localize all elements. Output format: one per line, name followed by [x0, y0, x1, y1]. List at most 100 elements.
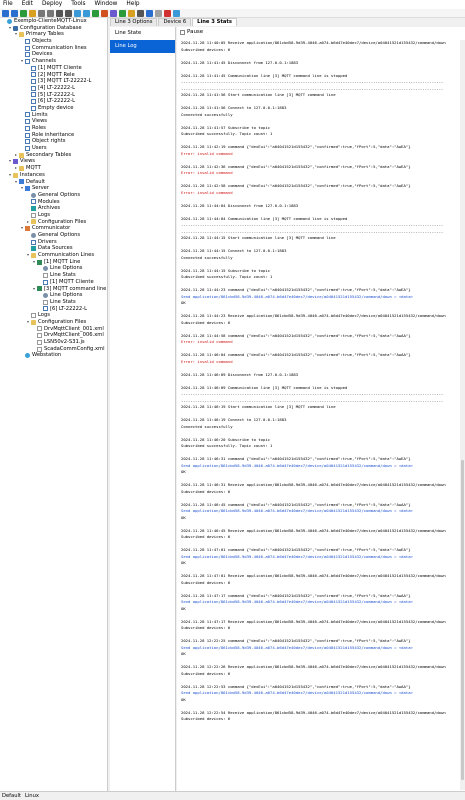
toolbar-button-icon[interactable] [65, 9, 72, 17]
tree-node[interactable]: ▸ Configuration Files [0, 219, 107, 226]
tree-node[interactable]: ▾ Communicator [0, 225, 107, 232]
tree-node[interactable]: [1] MQTT Cliente [0, 279, 107, 286]
toolbar-button-icon[interactable] [74, 9, 81, 17]
menu-help[interactable]: Help [126, 0, 139, 9]
tree-node[interactable]: Exemplo-ClienteMQTT-Linux [0, 18, 107, 25]
tree-node[interactable]: Communication lines [0, 45, 107, 52]
tree-node[interactable]: Object rights [0, 138, 107, 145]
expand-toggle-icon[interactable]: ▾ [26, 252, 30, 259]
toolbar-button-icon[interactable] [29, 9, 36, 17]
tree-node[interactable]: ▾ [1] MQTT Line [0, 259, 107, 266]
toolbar-button-icon[interactable] [83, 9, 90, 17]
tree-node[interactable]: Roles [0, 125, 107, 132]
tree-node[interactable]: [6] LT-22222-L [0, 306, 107, 313]
expand-toggle-icon[interactable]: ▾ [32, 259, 36, 266]
pause-checkbox[interactable] [180, 29, 185, 35]
toolbar-button-icon[interactable] [119, 9, 126, 17]
tree-node[interactable]: Line Options [0, 292, 107, 299]
toolbar-button-icon[interactable] [110, 9, 117, 17]
tree-node[interactable]: Archives [0, 205, 107, 212]
tree-node[interactable]: Webstation [0, 352, 107, 359]
tree-node[interactable]: ▾ Primary Tables [0, 31, 107, 38]
tree-node[interactable]: Line Stats [0, 272, 107, 279]
tree-node[interactable]: Role inheritance [0, 132, 107, 139]
tree-node[interactable]: [1] MQTT Cliente [0, 65, 107, 72]
toolbar-button-icon[interactable] [155, 9, 162, 17]
toolbar-button-icon[interactable] [56, 9, 63, 17]
expand-toggle-icon[interactable]: ▾ [26, 319, 30, 326]
tab-line-3-options[interactable]: Line 3 Options [110, 18, 158, 26]
tree-node[interactable]: [4] LT-22222-L [0, 85, 107, 92]
toolbar-button-icon[interactable] [173, 9, 180, 17]
toolbar-button-icon[interactable] [128, 9, 135, 17]
toolbar-button-icon[interactable] [92, 9, 99, 17]
tree-node[interactable]: ▾ [3] MQTT command line [0, 286, 107, 293]
expand-toggle-icon[interactable]: ▾ [8, 25, 12, 32]
nav-line-state[interactable]: Line State [110, 27, 175, 40]
tree-node[interactable]: ▾ Default [0, 179, 107, 186]
menu-window[interactable]: Window [95, 0, 118, 9]
tree-node[interactable]: Devices [0, 51, 107, 58]
menu-deploy[interactable]: Deploy [42, 0, 62, 9]
tree-node[interactable]: Logs [0, 212, 107, 219]
toolbar-button-icon[interactable] [2, 9, 9, 17]
toolbar-button-icon[interactable] [101, 9, 108, 17]
scrollbar-thumb[interactable] [461, 460, 464, 780]
tree-node[interactable]: ▾ Configuration Files [0, 319, 107, 326]
tree-node[interactable]: Users [0, 145, 107, 152]
menu-file[interactable]: File [3, 0, 13, 9]
expand-toggle-icon[interactable]: ▸ [14, 152, 18, 159]
explorer-tree[interactable]: Exemplo-ClienteMQTT-Linux ▾ Configuration … [0, 18, 108, 791]
menu-edit[interactable]: Edit [22, 0, 33, 9]
expand-toggle-icon[interactable]: ▾ [20, 185, 24, 192]
tree-node[interactable]: ▾ Communication Lines [0, 252, 107, 259]
tab-device-6[interactable]: Device 6 [158, 18, 192, 26]
toolbar-button-icon[interactable] [146, 9, 153, 17]
toolbar-button-icon[interactable] [38, 9, 45, 17]
tree-node[interactable]: ▾ Channels [0, 58, 107, 65]
toolbar-button-icon[interactable] [137, 9, 144, 17]
tree-node[interactable]: General Options [0, 192, 107, 199]
tree-node[interactable]: Objects [0, 38, 107, 45]
toolbar-button-icon[interactable] [20, 9, 27, 17]
tree-node[interactable]: ▾ Server [0, 185, 107, 192]
tree-node[interactable]: [2] MQTT Rele [0, 72, 107, 79]
expand-toggle-icon[interactable]: ▾ [8, 172, 12, 179]
tree-node[interactable]: Data Sources [0, 245, 107, 252]
tree-node[interactable]: [6] LT-22222-L [0, 98, 107, 105]
expand-toggle-icon[interactable]: ▾ [8, 158, 12, 165]
tree-node[interactable]: Limits [0, 112, 107, 119]
tree-node[interactable]: ▸ Secondary Tables [0, 152, 107, 159]
tree-node[interactable]: Line Stats [0, 299, 107, 306]
tab-line-3-stats[interactable]: Line 3 Stats [192, 18, 237, 26]
expand-toggle-icon[interactable]: ▸ [14, 165, 18, 172]
tree-node[interactable]: Modules [0, 199, 107, 206]
toolbar-button-icon[interactable] [47, 9, 54, 17]
tree-node[interactable]: LSN50v2-S31.js [0, 339, 107, 346]
expand-toggle-icon[interactable]: ▾ [20, 58, 24, 65]
toolbar-button-icon[interactable] [11, 9, 18, 17]
menu-tools[interactable]: Tools [71, 0, 85, 9]
tree-node[interactable]: Logs [0, 312, 107, 319]
tree-node[interactable]: ▾ Instances [0, 172, 107, 179]
tree-node[interactable]: [5] LT-22222-L [0, 92, 107, 99]
log-scrollbar[interactable] [460, 40, 465, 790]
tree-node[interactable]: ▾ Views [0, 158, 107, 165]
tree-node[interactable]: ScadaCommConfig.xml [0, 346, 107, 353]
tree-node[interactable]: DrvMqttClient_001.xml [0, 326, 107, 333]
tree-node[interactable]: ▾ Configuration Database [0, 25, 107, 32]
tree-node[interactable]: Views [0, 118, 107, 125]
tree-node[interactable]: DrvMqttClient_006.xml [0, 332, 107, 339]
nav-line-log[interactable]: Line Log [110, 40, 175, 53]
expand-toggle-icon[interactable]: ▾ [14, 179, 18, 186]
tree-node[interactable]: Line Options [0, 265, 107, 272]
expand-toggle-icon[interactable]: ▾ [14, 31, 18, 38]
tree-node[interactable]: General Options [0, 232, 107, 239]
expand-toggle-icon[interactable]: ▾ [32, 286, 36, 293]
tree-node[interactable]: [3] MQTT LT-22222-L [0, 78, 107, 85]
toolbar-button-icon[interactable] [164, 9, 171, 17]
expand-toggle-icon[interactable]: ▸ [26, 219, 30, 226]
tree-node[interactable]: Empty device [0, 105, 107, 112]
tree-node[interactable]: Drivers [0, 239, 107, 246]
tree-node[interactable]: ▸ MQTT [0, 165, 107, 172]
